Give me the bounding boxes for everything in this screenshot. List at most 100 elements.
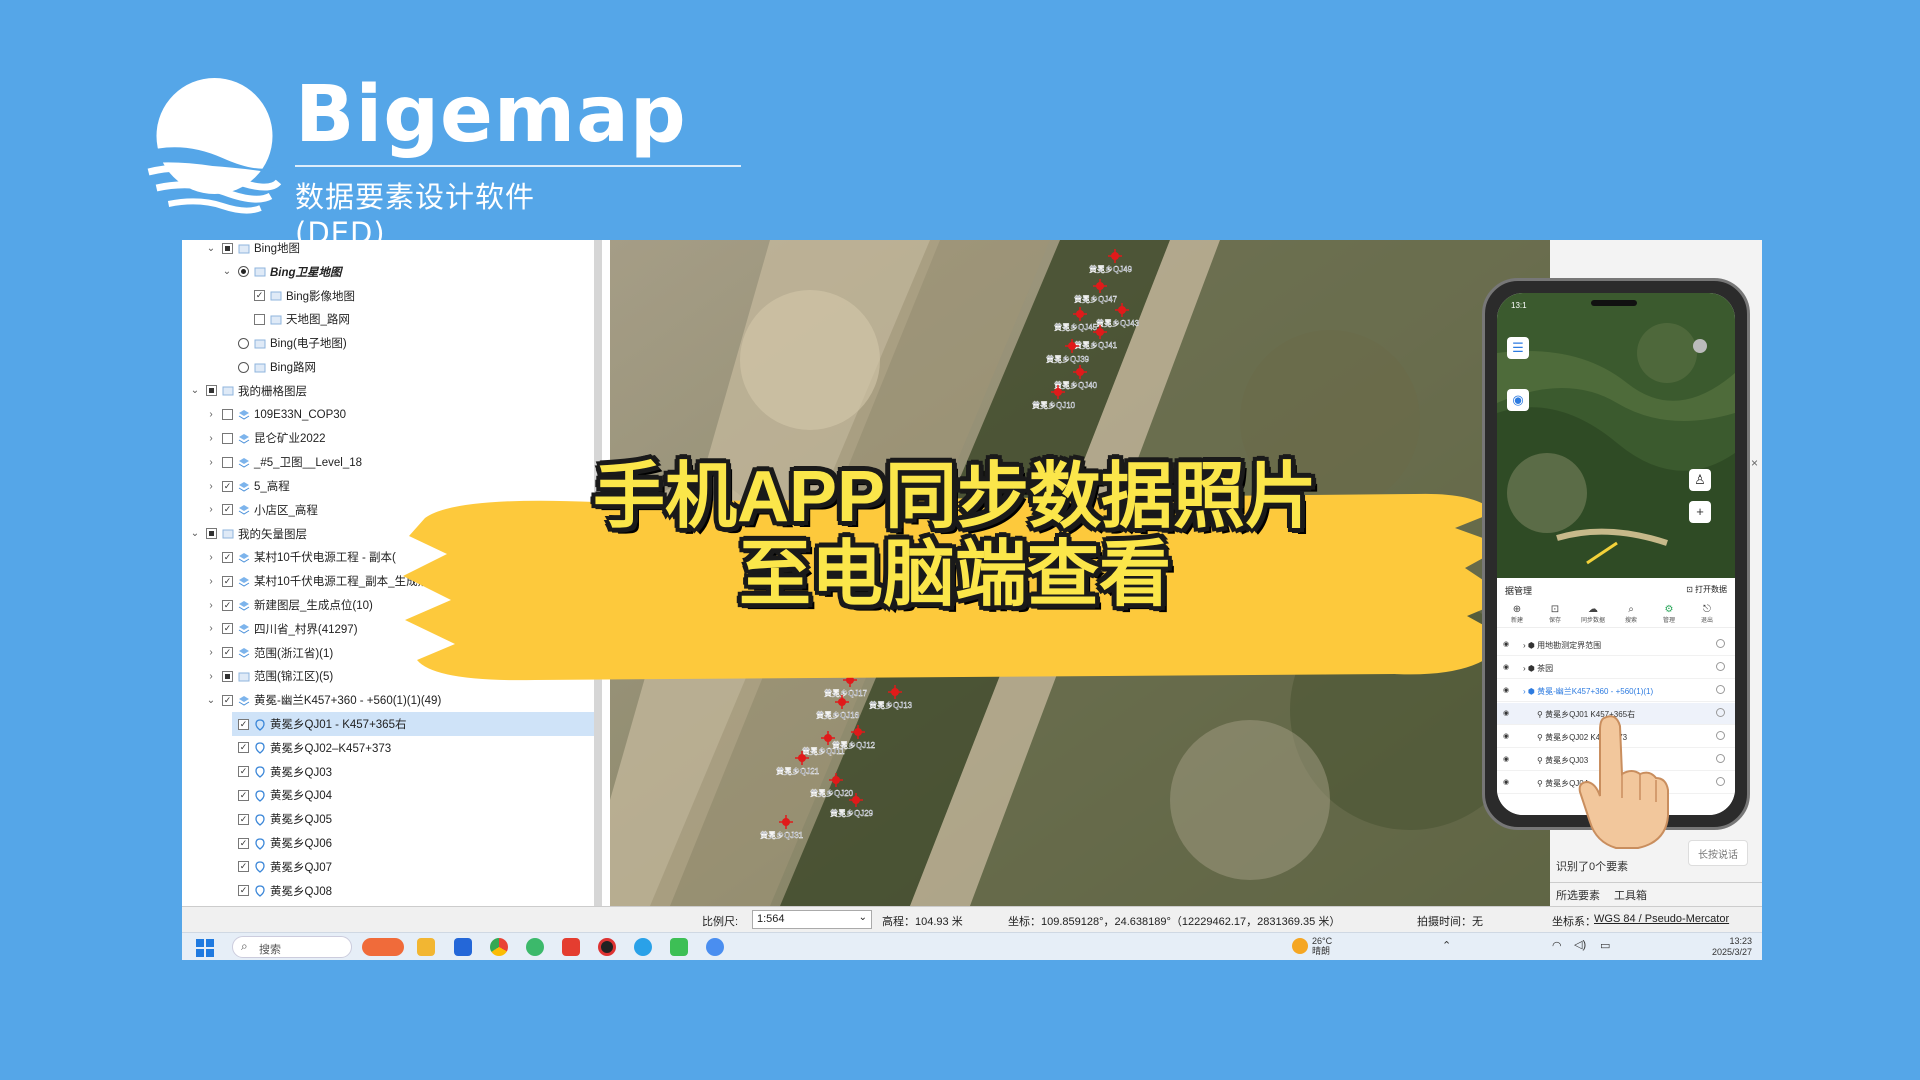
phone-tool-button[interactable]: ⌕ 搜索	[1617, 604, 1645, 624]
close-icon[interactable]: ×	[1751, 456, 1758, 470]
layer-tree-item[interactable]: ⌄ Bing卫星地图	[182, 260, 594, 284]
layer-radio[interactable]	[238, 361, 249, 373]
layer-tree-item[interactable]: › 昆仑矿业2022	[182, 426, 594, 450]
chevron-right-icon[interactable]: ›	[206, 552, 216, 563]
more-options-icon[interactable]	[1716, 754, 1725, 763]
map-marker[interactable]: 黄冕乡QJ43	[1096, 303, 1140, 328]
layer-tree-item[interactable]: ⌄ ✓ 黄冕-幽兰K457+360 - +560(1)(1)(49)	[182, 688, 594, 712]
more-options-icon[interactable]	[1716, 708, 1725, 717]
chevron-down-icon[interactable]: ⌄	[206, 695, 216, 706]
chevron-right-icon[interactable]: ›	[206, 671, 216, 682]
more-options-icon[interactable]	[1716, 639, 1725, 648]
chevron-right-icon[interactable]: ›	[206, 647, 216, 658]
layer-radio[interactable]	[238, 337, 249, 349]
layer-radio[interactable]	[238, 266, 249, 278]
eye-icon[interactable]: ◉	[1503, 732, 1509, 740]
layer-tree-item[interactable]: ⌄ Bing地图	[182, 240, 594, 260]
tab-toolbox[interactable]: 工具箱	[1614, 887, 1647, 903]
file-explorer-icon[interactable]	[417, 938, 435, 956]
chevron-down-icon[interactable]: ⌄	[190, 528, 200, 539]
taskbar-search[interactable]: ⌕ 搜索	[232, 936, 352, 958]
chevron-down-icon[interactable]: ⌄	[222, 266, 232, 277]
phone-tool-button[interactable]: ⎋ 退出	[1693, 604, 1721, 624]
layer-tree-item[interactable]: 天地图_路网	[182, 307, 594, 331]
windows-start-icon[interactable]	[196, 939, 214, 957]
compass-icon[interactable]	[1693, 339, 1707, 353]
scale-select[interactable]: 1:564 ⌄	[752, 910, 872, 929]
volume-icon[interactable]: ◁)	[1574, 938, 1586, 951]
chevron-down-icon[interactable]: ⌄	[190, 385, 200, 396]
wps-icon[interactable]	[562, 938, 580, 956]
chevron-up-icon[interactable]: ⌃	[1442, 939, 1451, 952]
layer-checkbox[interactable]: ✓	[222, 647, 233, 659]
tab-selected-features[interactable]: 所选要素	[1556, 887, 1600, 903]
layer-tree-item[interactable]: ✓ 黄冕乡QJ08	[182, 879, 594, 903]
phone-layer-row[interactable]: ◉ › ⬢ 茶园	[1497, 657, 1735, 679]
chevron-right-icon[interactable]: ›	[206, 433, 216, 444]
more-options-icon[interactable]	[1716, 731, 1725, 740]
phone-tool-button[interactable]: ⊕ 新建	[1503, 604, 1531, 624]
wechat-icon[interactable]	[526, 938, 544, 956]
layer-checkbox[interactable]	[222, 409, 233, 421]
phone-tool-button[interactable]: ⊡ 保存	[1541, 604, 1569, 624]
eye-icon[interactable]: ◉	[1503, 686, 1509, 694]
eye-icon[interactable]: ◉	[1503, 663, 1509, 671]
layer-tree-item[interactable]: ✓ 黄冕乡QJ03	[182, 760, 594, 784]
phone-layer-row[interactable]: ◉ › ⬢ 黄冕-幽兰K457+360 - +560(1)(1)	[1497, 680, 1735, 702]
game-app-icon[interactable]	[362, 938, 404, 956]
app-u-icon[interactable]	[454, 938, 472, 956]
layers-icon[interactable]: ☰	[1507, 337, 1529, 359]
eye-icon[interactable]: ◉	[1503, 778, 1509, 786]
walk-icon[interactable]: ♙	[1689, 469, 1711, 491]
phone-map[interactable]	[1497, 293, 1735, 578]
layer-checkbox[interactable]	[222, 670, 233, 682]
layer-tree-item[interactable]: ✓ 黄冕乡QJ06	[182, 831, 594, 855]
layer-checkbox[interactable]: ✓	[238, 718, 249, 730]
recorder-icon[interactable]	[598, 938, 616, 956]
layer-tree-item[interactable]: ✓ Bing影像地图	[182, 284, 594, 308]
layer-tree-item[interactable]: ✓ 黄冕乡QJ05	[182, 807, 594, 831]
layer-checkbox[interactable]: ✓	[238, 861, 249, 873]
eye-icon[interactable]: ◉	[1503, 755, 1509, 763]
layer-checkbox[interactable]	[254, 313, 265, 325]
chevron-right-icon[interactable]: ›	[206, 504, 216, 515]
voice-input-button[interactable]: 长按说话	[1688, 840, 1748, 866]
map-marker[interactable]: 黄冕乡QJ47	[1074, 279, 1118, 304]
qq-browser-icon[interactable]	[634, 938, 652, 956]
layer-checkbox[interactable]: ✓	[222, 504, 233, 516]
layer-tree-item[interactable]: ✓ 黄冕乡QJ07	[182, 855, 594, 879]
map-marker[interactable]: 黄冕乡QJ40	[1054, 365, 1098, 390]
edge-icon[interactable]	[670, 938, 688, 956]
zoom-in-icon[interactable]: +	[1689, 501, 1711, 523]
chrome-icon[interactable]	[490, 938, 508, 956]
taskbar-clock[interactable]: 13:23 2025/3/27	[1712, 936, 1752, 958]
layer-checkbox[interactable]: ✓	[222, 694, 233, 706]
more-options-icon[interactable]	[1716, 662, 1725, 671]
battery-icon[interactable]: ▭	[1600, 939, 1610, 952]
layer-checkbox[interactable]: ✓	[222, 623, 233, 635]
layer-checkbox[interactable]	[206, 385, 217, 397]
map-marker[interactable]: 黄冕乡QJ20	[810, 773, 854, 798]
map-marker[interactable]: 黄冕乡QJ49	[1089, 249, 1133, 274]
crs-link[interactable]: WGS 84 / Pseudo-Mercator	[1594, 913, 1729, 925]
eye-icon[interactable]: ◉	[1503, 709, 1509, 717]
chevron-right-icon[interactable]: ›	[206, 457, 216, 468]
layer-checkbox[interactable]	[206, 528, 217, 540]
phone-tool-button[interactable]: ⚙ 管理	[1655, 604, 1683, 624]
globe-icon[interactable]: ◉	[1507, 389, 1529, 411]
phone-layer-row[interactable]: ◉ › ⬢ 用地勘测定界范围	[1497, 634, 1735, 656]
layer-checkbox[interactable]	[222, 242, 233, 254]
open-data-button[interactable]: ⊡ 打开数据	[1686, 584, 1727, 595]
bigemap-taskbar-icon[interactable]	[706, 938, 724, 956]
chevron-down-icon[interactable]: ⌄	[206, 243, 216, 254]
layer-tree-item[interactable]: ✓ 黄冕乡QJ01 - K457+365右	[232, 712, 594, 736]
layer-tree-item[interactable]: ✓ 黄冕乡QJ02–K457+373	[182, 736, 594, 760]
map-marker[interactable]: 黄冕乡QJ13	[869, 685, 913, 710]
layer-checkbox[interactable]	[222, 456, 233, 468]
layer-tree-item[interactable]: › 109E33N_COP30	[182, 403, 594, 427]
layer-checkbox[interactable]: ✓	[222, 575, 233, 587]
layer-checkbox[interactable]: ✓	[222, 480, 233, 492]
layer-checkbox[interactable]: ✓	[238, 837, 249, 849]
map-marker[interactable]: 黄冕乡QJ16	[816, 695, 860, 720]
layer-checkbox[interactable]: ✓	[238, 789, 249, 801]
